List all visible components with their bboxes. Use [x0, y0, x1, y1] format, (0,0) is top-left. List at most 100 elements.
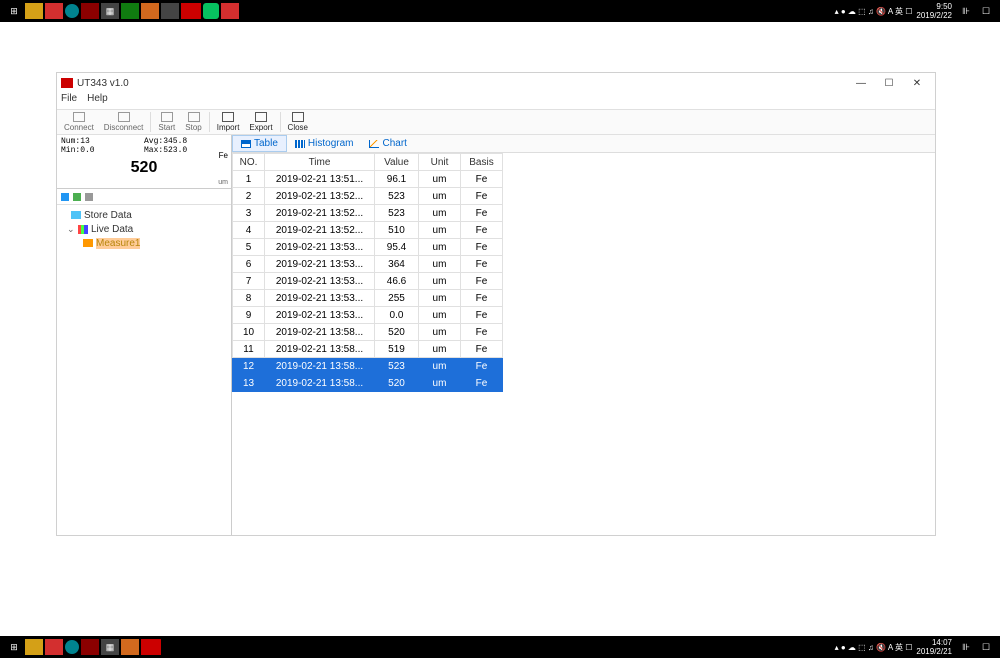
col-time[interactable]: Time	[265, 154, 375, 171]
collapse-icon[interactable]: ⌄	[67, 224, 75, 235]
chart-icon	[369, 140, 379, 148]
disconnect-button[interactable]: Disconnect	[99, 111, 149, 133]
tree-tool-1[interactable]	[61, 193, 69, 201]
left-pane: Num:13 Avg:345.8 Min:0.0 Max:523.0 520 F…	[57, 135, 232, 535]
app-icon-b3[interactable]	[81, 639, 99, 655]
connect-button[interactable]: Connect	[59, 111, 99, 133]
calc-icon[interactable]: ▦	[101, 3, 119, 19]
cell-unit: um	[419, 375, 461, 392]
uni-t-icon[interactable]	[181, 3, 201, 19]
tree-tool-2[interactable]	[73, 193, 81, 201]
data-tree: Store Data ⌄ Live Data Measure1	[57, 205, 231, 535]
current-value: 520	[61, 159, 227, 177]
cell-value: 46.6	[375, 273, 419, 290]
tab-histogram[interactable]: Histogram	[287, 135, 362, 152]
col-basis[interactable]: Basis	[461, 154, 503, 171]
taskbar-clock[interactable]: 9:50 2019/2/22	[912, 2, 956, 20]
col-value[interactable]: Value	[375, 154, 419, 171]
desktop: UT343 v1.0 — ☐ ✕ File Help Connect Disco…	[0, 22, 1000, 636]
close-button[interactable]: ✕	[903, 74, 931, 92]
start-button[interactable]: Start	[153, 111, 180, 133]
menu-file[interactable]: File	[61, 93, 77, 109]
cell-basis: Fe	[461, 239, 503, 256]
titlebar[interactable]: UT343 v1.0 — ☐ ✕	[57, 73, 935, 93]
cell-no: 12	[233, 358, 265, 375]
table-row[interactable]: 122019-02-21 13:58...523umFe	[233, 358, 503, 375]
start-icon-b[interactable]: ⊞	[5, 639, 23, 655]
tab-chart[interactable]: Chart	[361, 135, 414, 152]
cell-no: 8	[233, 290, 265, 307]
app-icon-b2[interactable]	[65, 640, 79, 654]
calc-icon-b[interactable]: ▦	[101, 639, 119, 655]
live-data-icon	[78, 225, 88, 234]
uni-t-icon-b[interactable]	[141, 639, 161, 655]
system-tray[interactable]: ▴ ● ☁ ⬚ ♫ 🔇 A 英 ☐	[835, 6, 913, 17]
table-row[interactable]: 92019-02-21 13:53...0.0umFe	[233, 307, 503, 324]
wechat-icon[interactable]	[203, 3, 219, 19]
cell-time: 2019-02-21 13:53...	[265, 256, 375, 273]
table-row[interactable]: 22019-02-21 13:52...523umFe	[233, 188, 503, 205]
table-row[interactable]: 102019-02-21 13:58...520umFe	[233, 324, 503, 341]
tree-store-data[interactable]: Store Data	[61, 208, 227, 222]
export-button[interactable]: Export	[244, 111, 277, 133]
pdf-icon[interactable]	[221, 3, 239, 19]
taskbar-clock-b[interactable]: 14:07 2019/2/21	[912, 638, 956, 656]
excel-icon[interactable]	[121, 3, 139, 19]
tray-extra-icon-b[interactable]: ⊪	[957, 639, 975, 655]
stat-avg: Avg:345.8	[144, 137, 227, 146]
minimize-button[interactable]: —	[847, 74, 875, 92]
ppt-icon-b[interactable]	[121, 639, 139, 655]
toolbar: Connect Disconnect Start Stop Import Exp…	[57, 109, 935, 135]
tree-measure1[interactable]: Measure1	[61, 236, 227, 250]
col-no[interactable]: NO.	[233, 154, 265, 171]
system-tray-b[interactable]: ▴ ● ☁ ⬚ ♫ 🔇 A 英 ☐	[835, 642, 913, 653]
notification-icon[interactable]: ☐	[977, 3, 995, 19]
tab-table[interactable]: Table	[232, 135, 287, 152]
table-row[interactable]: 62019-02-21 13:53...364umFe	[233, 256, 503, 273]
cell-basis: Fe	[461, 205, 503, 222]
explorer-icon-b[interactable]	[25, 639, 43, 655]
cell-time: 2019-02-21 13:53...	[265, 290, 375, 307]
maximize-button[interactable]: ☐	[875, 74, 903, 92]
app-icon-b1[interactable]	[45, 639, 63, 655]
cell-unit: um	[419, 188, 461, 205]
cell-time: 2019-02-21 13:53...	[265, 307, 375, 324]
col-unit[interactable]: Unit	[419, 154, 461, 171]
close-tool-button[interactable]: Close	[283, 111, 313, 133]
app-icon-1[interactable]	[45, 3, 63, 19]
cell-value: 0.0	[375, 307, 419, 324]
cell-value: 96.1	[375, 171, 419, 188]
tree-live-data[interactable]: ⌄ Live Data	[61, 222, 227, 236]
tree-tool-3[interactable]	[85, 193, 93, 201]
stop-button[interactable]: Stop	[180, 111, 206, 133]
ppt-icon[interactable]	[141, 3, 159, 19]
view-tabs: Table Histogram Chart	[232, 135, 935, 153]
cell-unit: um	[419, 324, 461, 341]
data-table: NO. Time Value Unit Basis 12019-02-21 13…	[232, 153, 503, 392]
table-row[interactable]: 52019-02-21 13:53...95.4umFe	[233, 239, 503, 256]
cell-basis: Fe	[461, 273, 503, 290]
app-icon-2[interactable]	[65, 4, 79, 18]
cell-no: 7	[233, 273, 265, 290]
cell-value: 520	[375, 375, 419, 392]
explorer-icon[interactable]	[25, 3, 43, 19]
table-row[interactable]: 72019-02-21 13:53...46.6umFe	[233, 273, 503, 290]
menu-help[interactable]: Help	[87, 93, 108, 109]
cell-basis: Fe	[461, 171, 503, 188]
cell-time: 2019-02-21 13:58...	[265, 324, 375, 341]
app-icon	[61, 78, 73, 88]
table-row[interactable]: 12019-02-21 13:51...96.1umFe	[233, 171, 503, 188]
table-row[interactable]: 42019-02-21 13:52...510umFe	[233, 222, 503, 239]
tray-extra-icon[interactable]: ⊪	[957, 3, 975, 19]
app-icon-3[interactable]	[81, 3, 99, 19]
notification-icon-b[interactable]: ☐	[977, 639, 995, 655]
table-row[interactable]: 132019-02-21 13:58...520umFe	[233, 375, 503, 392]
table-row[interactable]: 82019-02-21 13:53...255umFe	[233, 290, 503, 307]
start-icon[interactable]: ⊞	[5, 3, 23, 19]
table-row[interactable]: 112019-02-21 13:58...519umFe	[233, 341, 503, 358]
cell-value: 95.4	[375, 239, 419, 256]
app-icon-4[interactable]	[161, 3, 179, 19]
cell-value: 255	[375, 290, 419, 307]
table-row[interactable]: 32019-02-21 13:52...523umFe	[233, 205, 503, 222]
import-button[interactable]: Import	[212, 111, 245, 133]
